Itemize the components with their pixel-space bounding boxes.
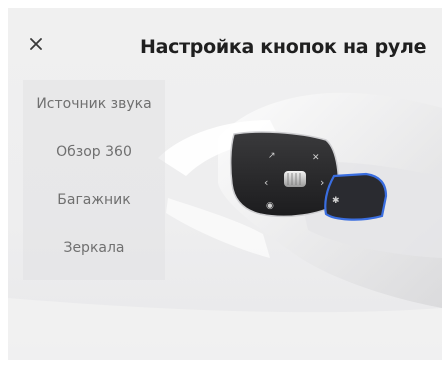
button-function-menu: Источник звука Обзор 360 Багажник Зеркал… [23, 80, 165, 280]
svg-text:✕: ✕ [312, 153, 320, 163]
menu-item-sound-source[interactable]: Источник звука [23, 80, 165, 128]
svg-text:✱: ✱ [332, 196, 340, 206]
svg-text:↗: ↗ [268, 151, 276, 161]
svg-text:›: › [320, 176, 324, 189]
menu-item-mirrors[interactable]: Зеркала [23, 224, 165, 272]
menu-item-360-view[interactable]: Обзор 360 [23, 128, 165, 176]
svg-text:◉: ◉ [266, 201, 274, 211]
close-button[interactable] [24, 32, 48, 56]
settings-panel: ↗ ✕ ‹ › ◉ ✱ Настройка кнопок на руле Ист… [8, 8, 442, 360]
close-icon [30, 38, 42, 50]
page-title: Настройка кнопок на руле [140, 36, 427, 58]
menu-item-trunk[interactable]: Багажник [23, 176, 165, 224]
svg-text:‹: ‹ [264, 176, 268, 189]
